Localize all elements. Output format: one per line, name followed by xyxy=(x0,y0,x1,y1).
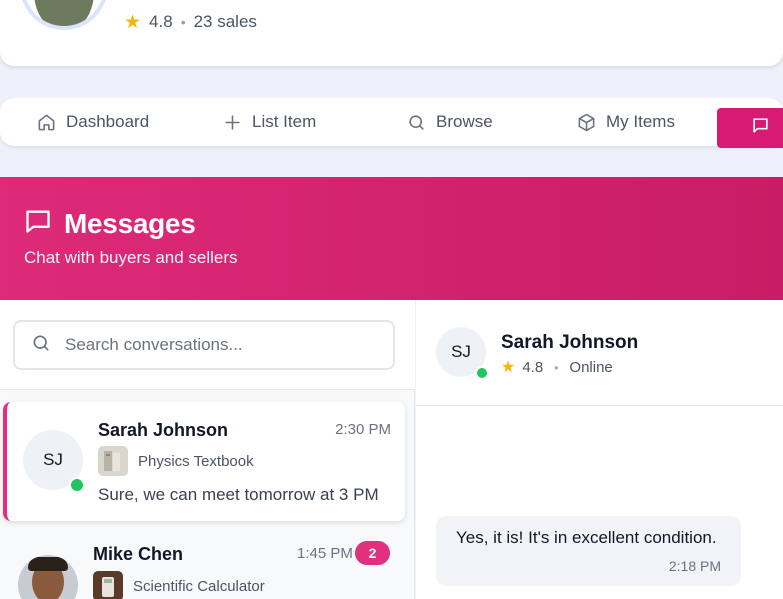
nav-messages-active[interactable] xyxy=(717,108,783,148)
last-message: Sure, we can meet tomorrow at 3 PM xyxy=(98,485,379,504)
package-icon xyxy=(576,112,596,132)
item-name: Physics Textbook xyxy=(138,453,254,470)
star-icon: ★ xyxy=(124,11,142,33)
item-thumbnail xyxy=(93,571,123,599)
messages-header: Messages Chat with buyers and sellers xyxy=(0,177,783,300)
nav-dashboard[interactable]: Dashboard xyxy=(36,112,149,132)
chat-rating: 4.8 xyxy=(522,359,544,376)
nav-browse[interactable]: Browse xyxy=(406,112,493,132)
conversation-list-panel: SJ Sarah Johnson 2:30 PM Physics Textboo… xyxy=(0,300,415,599)
home-icon xyxy=(36,112,56,132)
separator-dot: • xyxy=(554,360,559,375)
chat-header: SJ Sarah Johnson ★ 4.8 • Online xyxy=(416,300,783,406)
message-time: 2:18 PM xyxy=(668,558,721,574)
message-text: Yes, it is! It's in excellent condition. xyxy=(456,528,717,547)
chat-contact-meta: ★ 4.8 • Online xyxy=(501,359,613,376)
profile-avatar xyxy=(20,0,108,30)
nav-list-item-label: List Item xyxy=(252,112,317,131)
conversation-time: 1:45 PM xyxy=(297,545,353,562)
profile-card: ★ 4.8 • 23 sales xyxy=(0,0,783,66)
message-square-icon xyxy=(751,116,770,140)
search-section xyxy=(0,300,415,390)
avatar xyxy=(18,555,78,599)
message-square-icon xyxy=(24,207,52,240)
chat-panel: SJ Sarah Johnson ★ 4.8 • Online Yes, it … xyxy=(416,300,783,599)
search-box xyxy=(13,320,395,370)
search-input[interactable] xyxy=(65,335,365,355)
item-thumbnail xyxy=(98,446,128,476)
plus-icon xyxy=(222,112,242,132)
nav-my-items-label: My Items xyxy=(606,112,675,131)
conversation-time: 2:30 PM xyxy=(335,421,391,438)
search-icon xyxy=(31,333,51,358)
main-nav: Dashboard List Item Browse My Items xyxy=(0,98,783,146)
unread-badge: 2 xyxy=(355,541,390,565)
star-icon: ★ xyxy=(501,358,516,376)
separator-dot: • xyxy=(180,14,186,30)
page-title: Messages xyxy=(64,207,196,239)
conversation-name: Sarah Johnson xyxy=(98,420,229,440)
profile-rating-value: 4.8 xyxy=(149,12,173,31)
nav-list-item[interactable]: List Item xyxy=(222,112,316,132)
message-bubble: Yes, it is! It's in excellent condition.… xyxy=(436,516,741,586)
conversation-name: Mike Chen xyxy=(93,544,184,564)
nav-dashboard-label: Dashboard xyxy=(66,112,150,131)
search-icon xyxy=(406,112,426,132)
conversation-item-mike-chen[interactable]: Mike Chen 1:45 PM 2 Scientific Calculato… xyxy=(0,530,415,599)
chat-status: Online xyxy=(569,359,613,376)
nav-browse-label: Browse xyxy=(436,112,493,131)
page-subtitle: Chat with buyers and sellers xyxy=(24,248,238,267)
profile-sales-count: 23 sales xyxy=(193,12,257,31)
nav-my-items[interactable]: My Items xyxy=(576,112,675,132)
chat-contact-name: Sarah Johnson xyxy=(501,332,639,353)
item-name: Scientific Calculator xyxy=(133,578,265,595)
conversation-item-sarah-johnson[interactable]: SJ Sarah Johnson 2:30 PM Physics Textboo… xyxy=(3,402,405,521)
online-indicator xyxy=(69,477,85,493)
profile-rating: ★ 4.8 • 23 sales xyxy=(124,12,257,32)
online-indicator xyxy=(475,366,489,380)
